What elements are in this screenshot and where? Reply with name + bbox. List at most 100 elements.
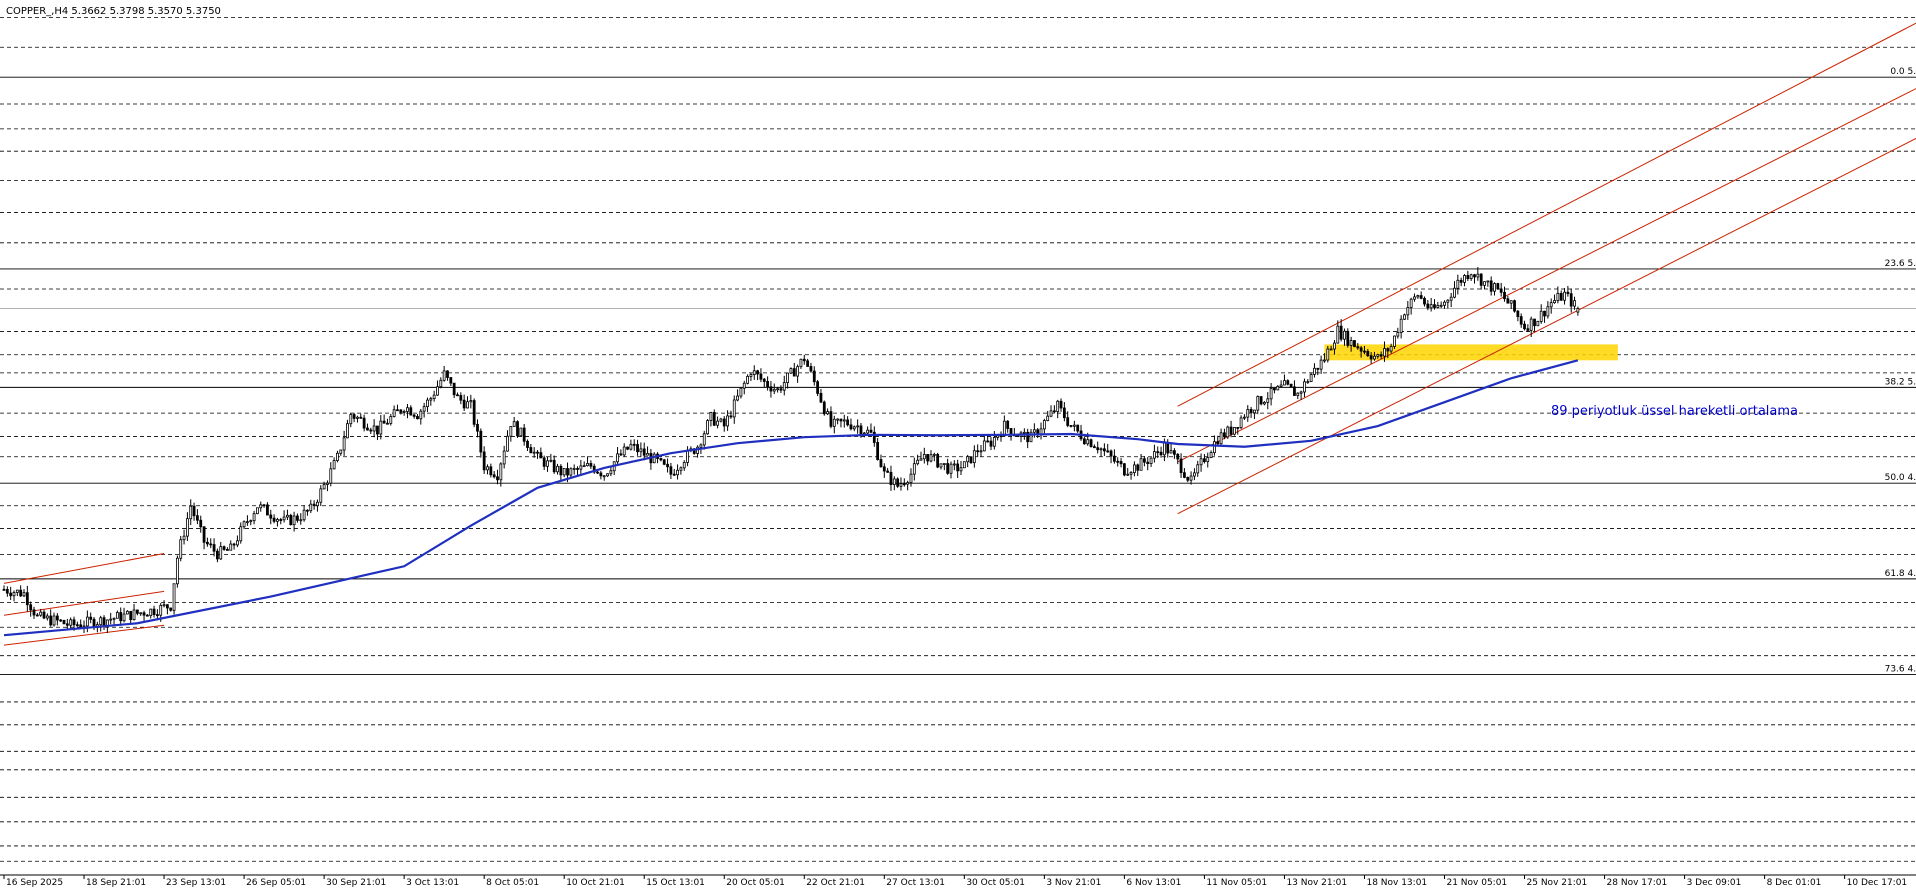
- candle-body: [75, 624, 79, 627]
- candle-body: [802, 358, 806, 362]
- candle-body: [1303, 381, 1306, 393]
- candle-body: [482, 451, 486, 471]
- candle-body: [916, 459, 920, 465]
- time-label: 3 Nov 21:01: [1046, 878, 1101, 888]
- candle-body: [79, 624, 83, 628]
- candle-body: [25, 592, 29, 606]
- candle-body: [269, 514, 273, 519]
- candle-body: [206, 541, 209, 545]
- candle-body: [262, 504, 266, 507]
- time-label: 10 Dec 17:01: [1847, 878, 1908, 888]
- candle-body: [1453, 287, 1456, 298]
- candle: [1122, 462, 1126, 477]
- candle-body: [486, 466, 489, 471]
- candle-body: [709, 412, 713, 421]
- candle-body: [1203, 458, 1206, 463]
- candle: [1496, 282, 1500, 290]
- candle-body: [1066, 417, 1070, 426]
- candle: [1289, 383, 1293, 388]
- candle-body: [599, 472, 603, 477]
- candle-body: [1266, 398, 1270, 403]
- candle-body: [1199, 458, 1203, 466]
- candle-body: [912, 463, 916, 475]
- candle-body: [1543, 310, 1546, 317]
- candle-body: [52, 615, 56, 626]
- candle-body: [1139, 458, 1143, 471]
- candle-body: [1152, 451, 1156, 459]
- candle-body: [962, 461, 966, 469]
- candle-body: [1449, 296, 1453, 301]
- candle-body: [1239, 417, 1243, 429]
- candle-body: [542, 457, 546, 467]
- fib-label: 0.0 5.9558: [1890, 67, 1916, 77]
- price-chart[interactable]: 0.0 5.9558 23.6 5.4744 38.2 5.1771 50.0 4.9…: [0, 0, 1916, 888]
- candle-body: [359, 416, 363, 419]
- candle-body: [1316, 367, 1320, 370]
- time-label: 28 Nov 17:01: [1607, 878, 1668, 888]
- candle-body: [712, 412, 716, 426]
- candle-body: [1446, 299, 1450, 303]
- candle-body: [35, 614, 39, 617]
- candle-body: [399, 409, 403, 413]
- candle-body: [686, 449, 689, 463]
- candle-body: [1119, 461, 1123, 465]
- candle-body: [39, 611, 43, 616]
- candle-body: [1256, 396, 1260, 411]
- candle-body: [1343, 330, 1346, 340]
- candle-body: [289, 514, 293, 526]
- candle-body: [1126, 473, 1130, 476]
- candle-body: [1403, 314, 1406, 320]
- candle-body: [342, 437, 346, 451]
- candle-body: [302, 509, 306, 521]
- candle-body: [1353, 340, 1356, 348]
- candle-body: [276, 519, 279, 522]
- candle-body: [782, 382, 786, 391]
- candle-body: [606, 473, 609, 477]
- candle-body: [572, 468, 576, 470]
- candle-body: [719, 418, 723, 422]
- candle: [706, 419, 709, 435]
- candle-body: [726, 415, 729, 427]
- candle-body: [1439, 304, 1443, 307]
- candle: [662, 458, 666, 466]
- candle-body: [32, 609, 36, 616]
- candle-body: [366, 427, 369, 431]
- candle-body: [1339, 325, 1343, 340]
- candle-body: [1183, 472, 1186, 478]
- candle-body: [749, 374, 753, 377]
- candle-body: [386, 422, 389, 425]
- candle-body: [379, 420, 383, 435]
- candle-body: [556, 465, 559, 473]
- candle-body: [816, 381, 820, 394]
- candle-body: [1142, 458, 1146, 463]
- candle-body: [476, 423, 479, 432]
- time-label: 27 Oct 13:01: [886, 878, 945, 888]
- candle-body: [199, 519, 203, 528]
- candle-body: [449, 377, 453, 384]
- candle-body: [312, 503, 316, 507]
- candle-body: [1229, 426, 1233, 435]
- candle-body: [879, 459, 883, 468]
- candle-body: [1519, 316, 1523, 325]
- candle-body: [426, 399, 429, 408]
- candle-body: [436, 386, 439, 396]
- candle-body: [1433, 304, 1436, 308]
- candle-body: [562, 468, 566, 476]
- candle-body: [756, 370, 759, 375]
- candle-body: [539, 452, 543, 459]
- candle-body: [1046, 415, 1050, 421]
- candle-body: [532, 451, 536, 454]
- candle-body: [1159, 451, 1163, 456]
- fib-label: 23.6 5.4744: [1885, 259, 1916, 269]
- candle-body: [819, 392, 823, 403]
- candle-body: [1216, 441, 1220, 445]
- candle-body: [1326, 348, 1330, 361]
- candle: [1286, 379, 1290, 386]
- candle-body: [496, 476, 499, 481]
- candle-body: [939, 463, 943, 468]
- candle-body: [339, 449, 343, 454]
- candle-body: [516, 421, 519, 437]
- candle-body: [506, 435, 509, 452]
- candle: [1513, 299, 1516, 313]
- candle-body: [1132, 464, 1136, 473]
